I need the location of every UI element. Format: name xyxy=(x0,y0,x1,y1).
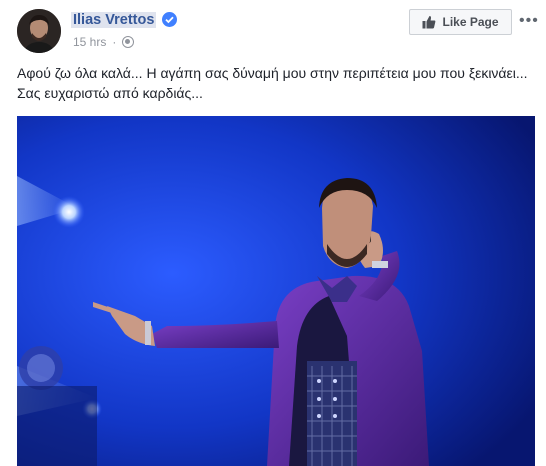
author-name-link[interactable]: Ilias Vrettos xyxy=(71,12,157,28)
more-options-icon[interactable]: ••• xyxy=(519,12,539,30)
like-page-button[interactable]: Like Page xyxy=(409,9,512,35)
thumbs-up-icon xyxy=(422,16,436,29)
post-text: Αφού ζω όλα καλά... Η αγάπη σας δύναμή μ… xyxy=(17,65,528,101)
facebook-post: Ilias Vrettos 15 hrs · Like Page ••• Αφο… xyxy=(0,0,546,466)
author-avatar[interactable] xyxy=(17,9,61,53)
post-photo[interactable] xyxy=(17,116,535,466)
globe-icon[interactable] xyxy=(122,36,135,48)
post-meta: 15 hrs · xyxy=(73,35,135,49)
verified-badge-icon xyxy=(162,12,177,27)
like-page-label: Like Page xyxy=(442,15,499,29)
post-timestamp-link[interactable]: 15 hrs xyxy=(73,35,106,49)
separator-dot: · xyxy=(112,35,117,49)
